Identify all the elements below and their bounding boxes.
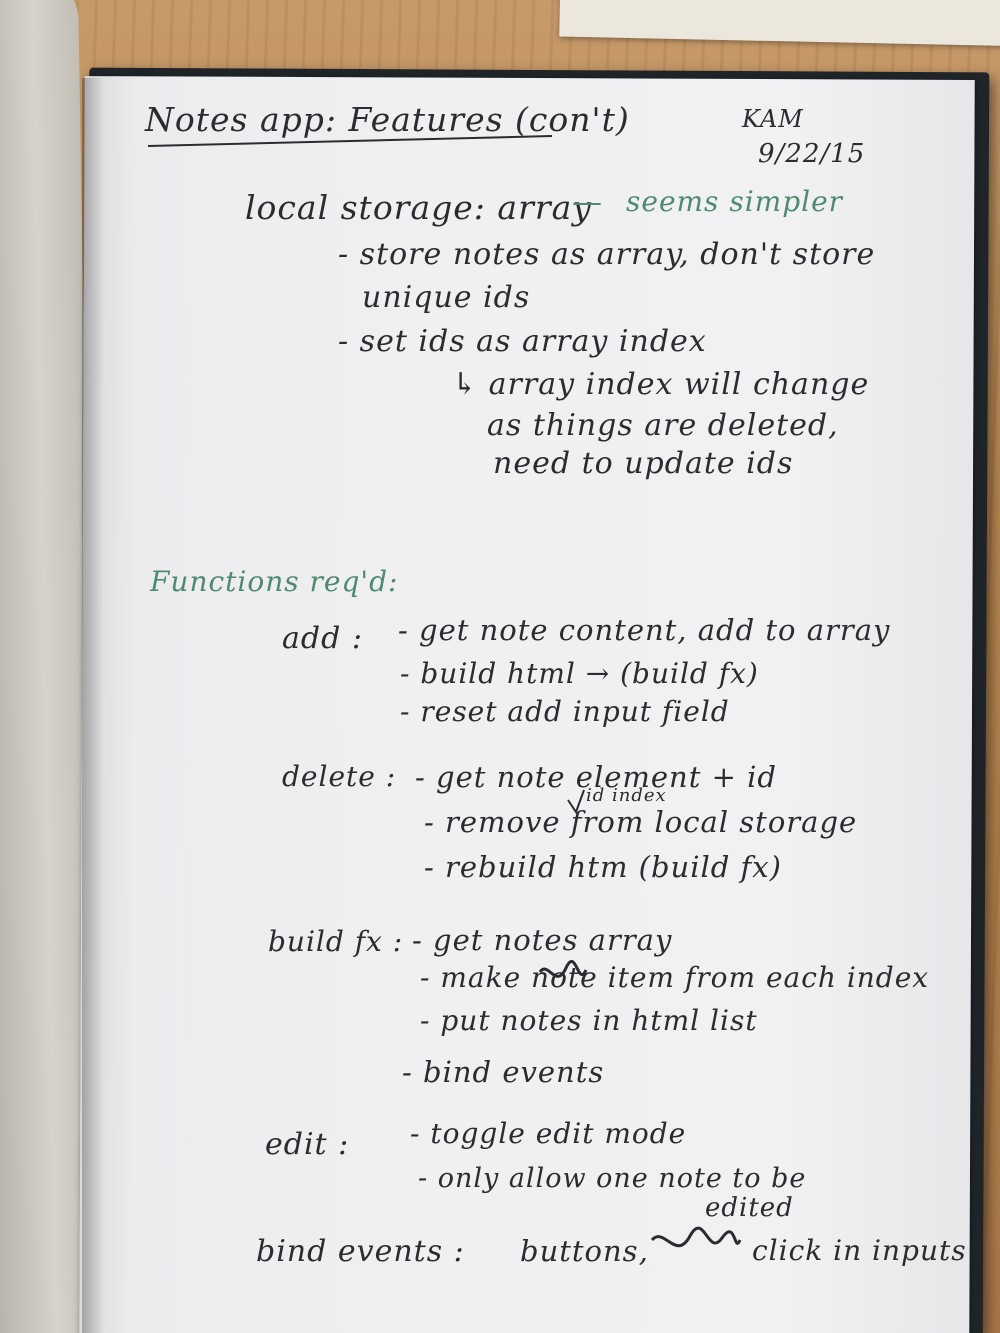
photo-scene: Notes app: Features (con't) KAM 9/22/15 … [0,0,1000,1333]
scribble-mark [650,1226,742,1248]
scribble-mark [538,959,588,978]
insertion-caret [567,789,585,815]
title-underline [147,135,553,147]
pen-marks [147,135,742,1248]
